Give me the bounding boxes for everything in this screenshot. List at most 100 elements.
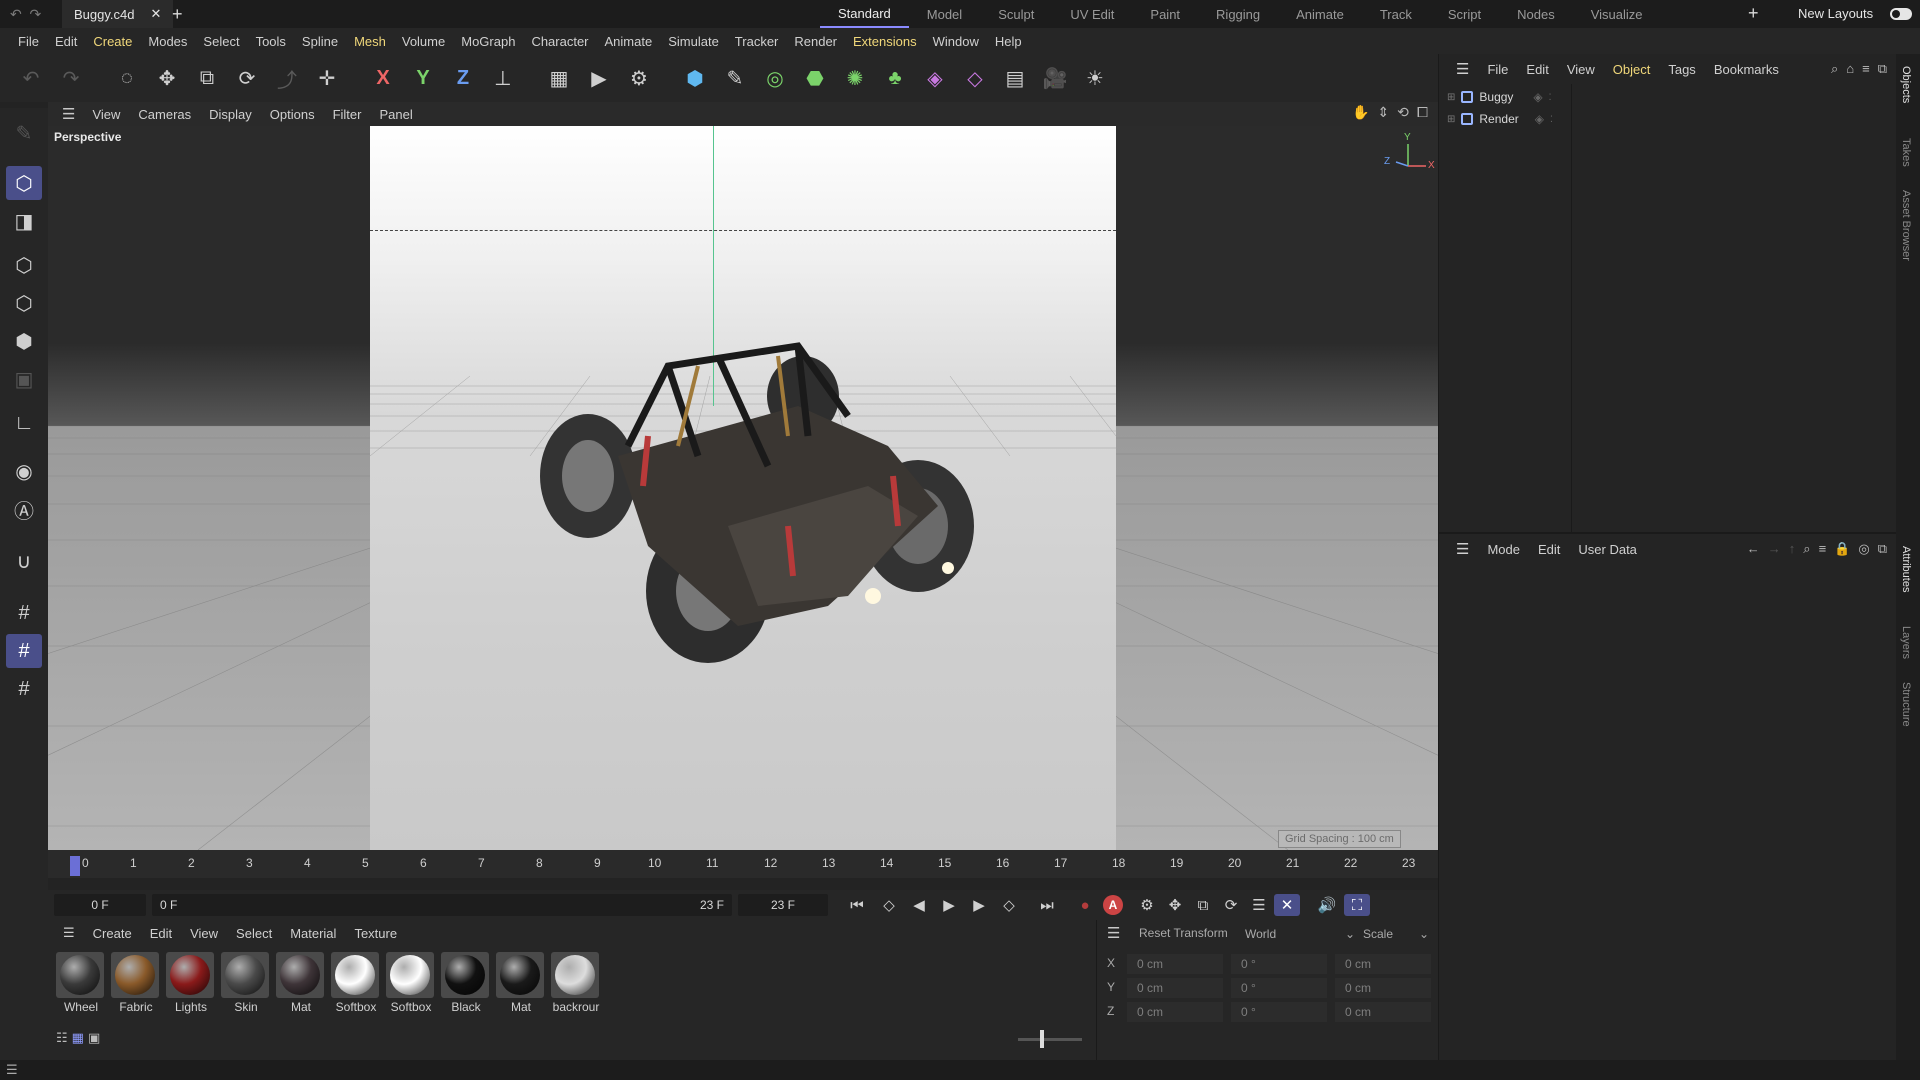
forward-arrow-icon[interactable]: → xyxy=(1768,541,1781,557)
cloner-icon[interactable]: ✺ xyxy=(838,61,872,95)
menu-render[interactable]: Render xyxy=(786,34,845,49)
add-layout-button[interactable]: + xyxy=(1748,3,1759,24)
make-editable-icon[interactable]: ✎ xyxy=(6,116,42,150)
go-to-start-icon[interactable]: ⏮ xyxy=(844,894,870,916)
material-menu-select[interactable]: Select xyxy=(227,926,281,941)
uv-mode-icon[interactable]: ▣ xyxy=(6,362,42,396)
dolly-icon[interactable]: ⇕ xyxy=(1377,104,1389,121)
y-axis-lock-icon[interactable]: Y xyxy=(406,61,440,95)
material-item[interactable]: Mat xyxy=(276,952,326,1014)
key-position-icon[interactable]: ✥ xyxy=(1162,894,1188,916)
material-hamburger-icon[interactable]: ☰ xyxy=(54,925,84,941)
coordinate-system-icon[interactable]: ⊥ xyxy=(486,61,520,95)
menu-simulate[interactable]: Simulate xyxy=(660,34,727,49)
large-view-icon[interactable]: ▣ xyxy=(88,1030,100,1046)
material-item[interactable]: Lights xyxy=(166,952,216,1014)
polygons-mode-icon[interactable]: ⬢ xyxy=(6,324,42,358)
cube-icon[interactable]: ⬢ xyxy=(678,61,712,95)
grid-view-icon[interactable]: ▦ xyxy=(72,1030,84,1046)
objects-hamburger-icon[interactable]: ☰ xyxy=(1447,60,1478,78)
objects-menu-tags[interactable]: Tags xyxy=(1659,62,1704,77)
objects-menu-object[interactable]: Object xyxy=(1604,62,1660,77)
orbit-icon[interactable]: ⟲ xyxy=(1397,104,1409,121)
scale-icon[interactable]: ⧉ xyxy=(190,61,224,95)
objects-menu-edit[interactable]: Edit xyxy=(1517,62,1557,77)
vtab-takes[interactable]: Takes xyxy=(1900,138,1912,167)
undo-icon[interactable]: ↶ xyxy=(14,61,48,95)
filter-icon[interactable]: ≡ xyxy=(1819,541,1827,557)
layout-tab-script[interactable]: Script xyxy=(1430,0,1499,28)
material-menu-material[interactable]: Material xyxy=(281,926,345,941)
menu-extensions[interactable]: Extensions xyxy=(845,34,925,49)
scale-y-field[interactable]: 0 cm xyxy=(1335,978,1431,998)
target-icon[interactable]: ◎ xyxy=(1858,541,1869,557)
menu-mesh[interactable]: Mesh xyxy=(346,34,394,49)
edges-mode-icon[interactable]: ⬡ xyxy=(6,286,42,320)
render-settings-icon[interactable]: ⚙ xyxy=(622,61,656,95)
autokey-button[interactable]: A xyxy=(1103,895,1123,915)
render-picture-viewer-icon[interactable]: ▶ xyxy=(582,61,616,95)
coordinate-space-dropdown[interactable]: World ⌄ xyxy=(1245,924,1355,944)
viewport-hamburger-icon[interactable]: ☰ xyxy=(54,105,83,123)
new-window-icon[interactable]: ⧉ xyxy=(1878,541,1887,557)
snap-icon[interactable]: # xyxy=(6,596,42,630)
pan-icon[interactable]: ✋ xyxy=(1352,104,1369,121)
material-item[interactable]: Black xyxy=(441,952,491,1014)
material-item[interactable]: Wheel xyxy=(56,952,106,1014)
viewport-menu-filter[interactable]: Filter xyxy=(324,107,371,122)
axis-mode-icon[interactable]: ∟ xyxy=(6,406,42,440)
vtab-structure[interactable]: Structure xyxy=(1900,682,1912,727)
visibility-dots-icon[interactable]: ⁚ xyxy=(1549,92,1552,103)
move-icon[interactable]: ✥ xyxy=(150,61,184,95)
deformer-icon[interactable]: ◈ xyxy=(918,61,952,95)
menu-mograph[interactable]: MoGraph xyxy=(453,34,523,49)
play-icon[interactable]: ▶ xyxy=(936,894,962,916)
layer-icon[interactable]: ◈ xyxy=(1535,112,1544,126)
position-z-field[interactable]: 0 cm xyxy=(1127,1002,1223,1022)
column-divider[interactable] xyxy=(1571,84,1572,532)
recent-tool-icon[interactable]: ⤴ xyxy=(270,61,304,95)
expand-icon[interactable]: ⊞ xyxy=(1447,92,1455,103)
position-y-field[interactable]: 0 cm xyxy=(1127,978,1223,998)
objects-menu-file[interactable]: File xyxy=(1478,62,1517,77)
new-document-button[interactable]: + xyxy=(172,4,183,25)
next-frame-icon[interactable]: ▶ xyxy=(966,894,992,916)
up-arrow-icon[interactable]: ↑ xyxy=(1789,541,1796,557)
subdivision-icon[interactable]: ◎ xyxy=(758,61,792,95)
expand-icon[interactable]: ⊞ xyxy=(1447,114,1455,125)
render-view-icon[interactable]: ▦ xyxy=(542,61,576,95)
filter-icon[interactable]: ≡ xyxy=(1862,61,1870,77)
key-scale-icon[interactable]: ⧉ xyxy=(1190,894,1216,916)
back-arrow-icon[interactable]: ← xyxy=(1747,541,1760,557)
menu-tools[interactable]: Tools xyxy=(248,34,294,49)
position-x-field[interactable]: 0 cm xyxy=(1127,954,1223,974)
layer-icon[interactable]: ◈ xyxy=(1533,90,1542,104)
next-key-icon[interactable]: ◇ xyxy=(996,894,1022,916)
material-menu-edit[interactable]: Edit xyxy=(141,926,181,941)
workplane-lock-icon[interactable]: # xyxy=(6,634,42,668)
viewport-menu-display[interactable]: Display xyxy=(200,107,261,122)
transform-icon[interactable]: ✛ xyxy=(310,61,344,95)
rotate-icon[interactable]: ⟳ xyxy=(230,61,264,95)
extrude-icon[interactable]: ⬣ xyxy=(798,61,832,95)
previous-key-icon[interactable]: ◇ xyxy=(876,894,902,916)
visibility-dots-icon[interactable]: ⁚ xyxy=(1550,114,1553,125)
workplane-icon[interactable]: # xyxy=(6,672,42,706)
thumbnail-size-slider[interactable] xyxy=(1018,1030,1082,1048)
menu-window[interactable]: Window xyxy=(925,34,987,49)
boole-icon[interactable]: ♣ xyxy=(878,61,912,95)
menu-help[interactable]: Help xyxy=(987,34,1030,49)
layout-tab-standard[interactable]: Standard xyxy=(820,0,909,28)
close-icon[interactable]: ✕ xyxy=(150,6,161,22)
texture-mode-icon[interactable]: ◨ xyxy=(6,204,42,238)
field-icon[interactable]: ◇ xyxy=(958,61,992,95)
home-icon[interactable]: ⌂ xyxy=(1846,61,1854,77)
vtab-attributes[interactable]: Attributes xyxy=(1900,546,1912,592)
document-tab[interactable]: Buggy.c4d ✕ xyxy=(62,0,174,28)
objects-menu-view[interactable]: View xyxy=(1558,62,1604,77)
record-icon[interactable]: ● xyxy=(1072,894,1098,916)
attributes-hamburger-icon[interactable]: ☰ xyxy=(1447,540,1478,558)
rotation-y-field[interactable]: 0 ° xyxy=(1231,978,1327,998)
menu-animate[interactable]: Animate xyxy=(597,34,661,49)
key-rotation-icon[interactable]: ⟳ xyxy=(1218,894,1244,916)
